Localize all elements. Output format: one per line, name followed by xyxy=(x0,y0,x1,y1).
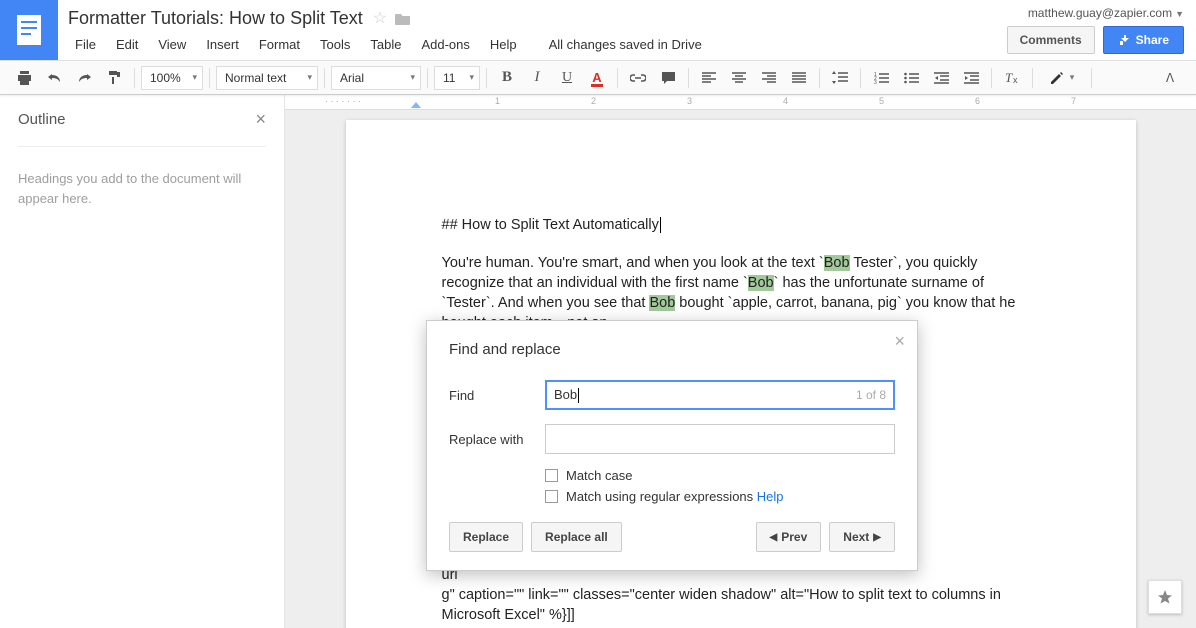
replace-label: Replace with xyxy=(449,432,545,447)
find-input[interactable]: Bob 1 of 8 xyxy=(545,380,895,410)
folder-icon[interactable] xyxy=(395,12,411,25)
find-replace-dialog: × Find and replace Find Bob 1 of 8 Repla… xyxy=(426,320,918,571)
regex-checkbox[interactable] xyxy=(545,490,558,503)
svg-text:x: x xyxy=(1013,75,1018,85)
prev-button[interactable]: ◀Prev xyxy=(756,522,822,552)
italic-button[interactable]: I xyxy=(523,65,551,91)
find-label: Find xyxy=(449,388,545,403)
replace-input[interactable] xyxy=(545,424,895,454)
outline-panel: Outline × Headings you add to the docume… xyxy=(0,95,285,628)
regex-label: Match using regular expressions Help xyxy=(566,489,784,504)
heading-text: ## How to Split Text Automatically xyxy=(442,215,1040,235)
highlight-match: Bob xyxy=(824,255,850,271)
paragraph-style-select[interactable]: Normal text xyxy=(216,66,318,90)
highlight-match: Bob xyxy=(748,275,774,291)
text-color-button[interactable]: A xyxy=(583,65,611,91)
explore-button[interactable] xyxy=(1148,580,1182,614)
bulleted-list-icon[interactable] xyxy=(897,65,925,91)
account-email[interactable]: matthew.guay@zapier.com▼ xyxy=(1028,6,1184,20)
increase-indent-icon[interactable] xyxy=(957,65,985,91)
highlight-match: Bob xyxy=(649,295,675,311)
menu-help[interactable]: Help xyxy=(481,34,526,55)
menu-format[interactable]: Format xyxy=(250,34,309,55)
replace-all-button[interactable]: Replace all xyxy=(531,522,622,552)
bold-button[interactable]: B xyxy=(493,65,521,91)
redo-icon[interactable] xyxy=(70,65,98,91)
line-spacing-icon[interactable] xyxy=(826,65,854,91)
print-icon[interactable] xyxy=(10,65,38,91)
align-right-icon[interactable] xyxy=(755,65,783,91)
comment-icon[interactable] xyxy=(654,65,682,91)
match-count: 1 of 8 xyxy=(856,388,886,402)
menu-tools[interactable]: Tools xyxy=(311,34,359,55)
match-case-label: Match case xyxy=(566,468,632,483)
link-icon[interactable] xyxy=(624,65,652,91)
save-status: All changes saved in Drive xyxy=(540,34,711,55)
numbered-list-icon[interactable]: 123 xyxy=(867,65,895,91)
share-button[interactable]: Share xyxy=(1103,26,1184,54)
menu-file[interactable]: File xyxy=(66,34,105,55)
collapse-toolbar-icon[interactable]: ᐱ xyxy=(1156,65,1184,91)
toolbar: 100% Normal text Arial 11 B I U A 123 Tx… xyxy=(0,60,1196,95)
document-title[interactable]: Formatter Tutorials: How to Split Text xyxy=(66,8,363,29)
regex-help-link[interactable]: Help xyxy=(757,489,784,504)
align-left-icon[interactable] xyxy=(695,65,723,91)
menu-table[interactable]: Table xyxy=(361,34,410,55)
editing-mode-icon[interactable]: ▾ xyxy=(1039,65,1085,91)
dialog-title: Find and replace xyxy=(449,341,895,358)
clear-formatting-icon[interactable]: Tx xyxy=(998,65,1026,91)
zoom-select[interactable]: 100% xyxy=(141,66,203,90)
indent-marker-icon[interactable] xyxy=(411,102,421,108)
align-justify-icon[interactable] xyxy=(785,65,813,91)
ruler[interactable]: · · · · · · · 1 2 3 4 5 6 7 xyxy=(285,95,1196,110)
paint-format-icon[interactable] xyxy=(100,65,128,91)
menu-edit[interactable]: Edit xyxy=(107,34,147,55)
menu-insert[interactable]: Insert xyxy=(197,34,248,55)
font-select[interactable]: Arial xyxy=(331,66,421,90)
close-dialog-icon[interactable]: × xyxy=(894,331,905,352)
font-size-select[interactable]: 11 xyxy=(434,66,480,90)
svg-text:3: 3 xyxy=(874,80,877,84)
next-button[interactable]: Next▶ xyxy=(829,522,895,552)
svg-text:T: T xyxy=(1005,71,1013,85)
decrease-indent-icon[interactable] xyxy=(927,65,955,91)
undo-icon[interactable] xyxy=(40,65,68,91)
star-icon[interactable]: ☆ xyxy=(373,8,387,28)
close-outline-icon[interactable]: × xyxy=(255,109,266,130)
menu-addons[interactable]: Add-ons xyxy=(412,34,478,55)
replace-button[interactable]: Replace xyxy=(449,522,523,552)
comments-button[interactable]: Comments xyxy=(1007,26,1095,54)
align-center-icon[interactable] xyxy=(725,65,753,91)
docs-logo[interactable] xyxy=(0,0,58,60)
match-case-checkbox[interactable] xyxy=(545,469,558,482)
outline-empty-text: Headings you add to the document will ap… xyxy=(18,147,266,208)
menu-view[interactable]: View xyxy=(149,34,195,55)
underline-button[interactable]: U xyxy=(553,65,581,91)
outline-title: Outline xyxy=(18,111,66,128)
